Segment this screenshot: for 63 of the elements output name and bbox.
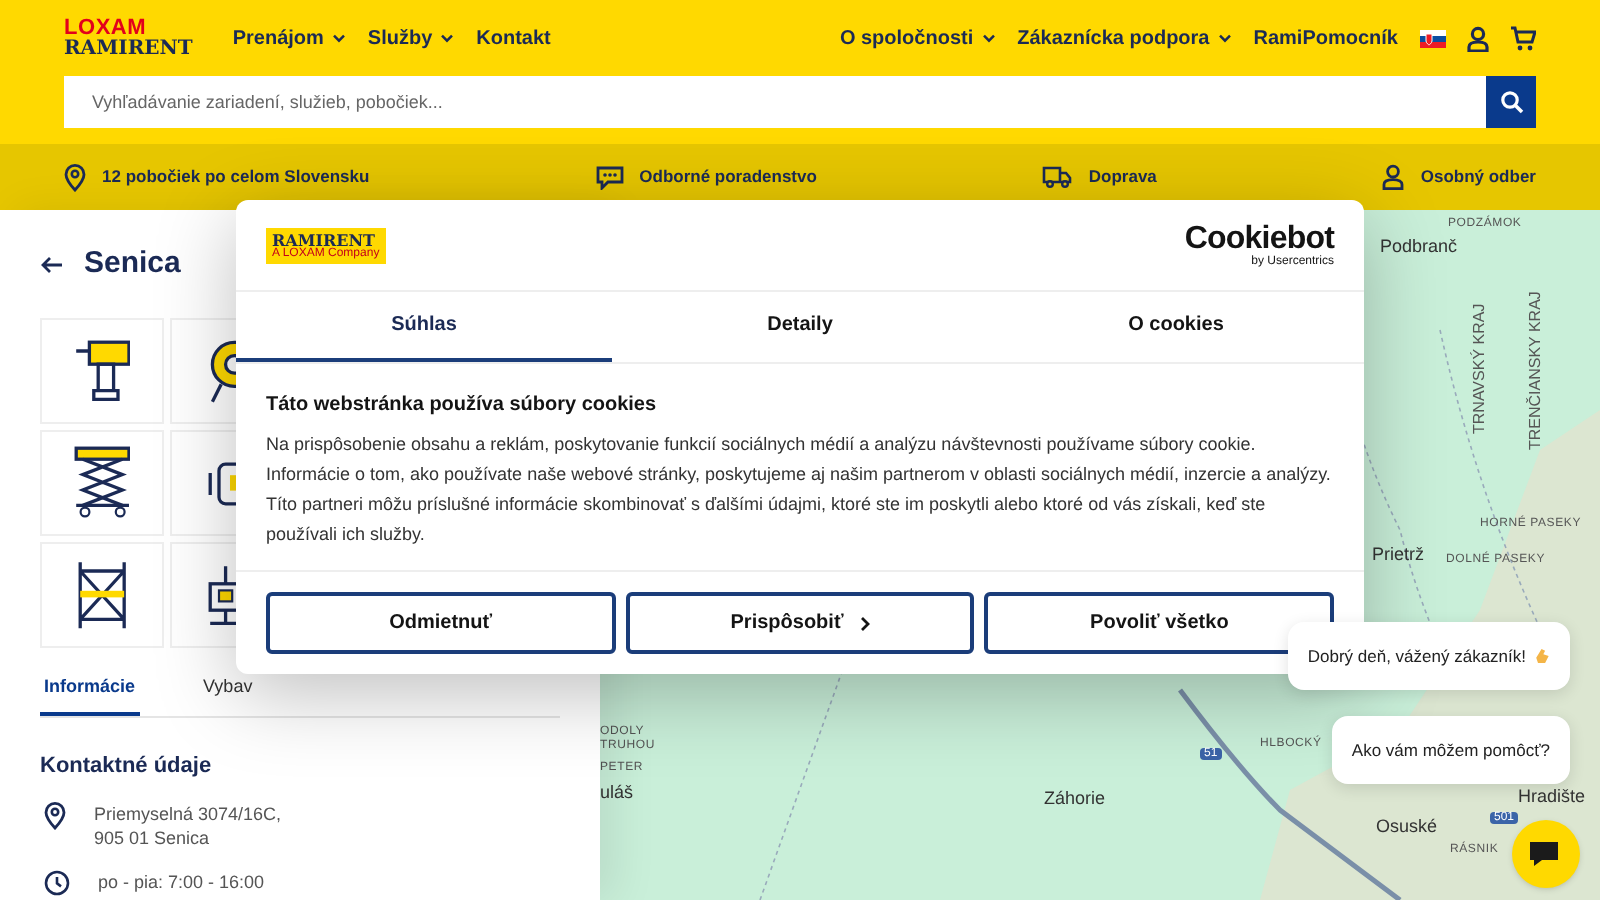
chevron-down-icon xyxy=(981,33,996,43)
contact-text: po - pia: 7:00 - 16:00 xyxy=(98,870,265,894)
person-icon xyxy=(1382,164,1405,190)
map-label: Osuské xyxy=(1376,818,1438,836)
dialog-button[interactable]: Odmietnuť xyxy=(266,592,616,654)
info-text: Odborné poradenstvo xyxy=(639,164,817,190)
dialog-tab[interactable]: Súhlas xyxy=(236,292,612,362)
tab[interactable]: Vybav xyxy=(199,674,257,715)
section-heading: Kontaktné údaje xyxy=(40,751,214,781)
brand-text: Cookiebot xyxy=(1184,223,1334,255)
chat-icon xyxy=(1528,839,1564,869)
info-text: Osobný odber xyxy=(1420,164,1536,190)
cart-icon[interactable] xyxy=(1510,25,1536,51)
pump-icon xyxy=(208,461,237,505)
drill-icon xyxy=(73,340,131,402)
scaffold-icon xyxy=(77,559,127,631)
info-text: 12 pobočiek po celom Slovensku xyxy=(102,164,370,190)
map-label: TRNAVSKÝ KRAJ xyxy=(1472,303,1488,434)
map-label: Podbranč xyxy=(1380,238,1458,256)
search-icon xyxy=(1499,90,1523,114)
dialog-button[interactable]: Prispôsobiť xyxy=(625,592,975,654)
category-tile[interactable] xyxy=(40,318,164,424)
nav-link[interactable]: O spoločnosti xyxy=(839,23,996,53)
map-label: Záhorie xyxy=(1044,790,1106,808)
chevron-down-icon xyxy=(440,33,455,43)
branch-title: Senica xyxy=(84,243,181,284)
dialog-tab[interactable]: Detaily xyxy=(612,292,988,362)
map-label: TRENČIANSKY KRAJ xyxy=(1528,291,1544,450)
chat-bubble-icon xyxy=(595,165,624,189)
dialog-heading: Táto webstránka používa súbory cookies xyxy=(266,392,659,420)
slovak-flag-icon xyxy=(1420,29,1446,47)
map-label: uláš xyxy=(600,784,634,802)
back-arrow-icon[interactable] xyxy=(40,255,64,273)
category-tile[interactable] xyxy=(40,430,164,536)
nav-link[interactable]: Zákaznícka podpora xyxy=(1017,23,1232,53)
chevron-down-icon xyxy=(331,33,346,43)
contact-text: Priemyselná 3074/16C, 905 01 Senica xyxy=(94,802,282,850)
lift-icon xyxy=(73,446,131,520)
dialog-text: Na prispôsobenie obsahu a reklám, poskytovanie funkcií sociálnych médií a analýzu návštevnosti používame súbory cookie. Informácie o tom, ako používate naše webové stránky, poskytujeme aj našim partnerom v oblasti sociálnych médií, inzercie a analýzy. Títo partneri môžu príslušné informácie skombinovať s ďalšími údajmi, ktoré ste im poskytli alebo ktoré od vás získali, keď ste používali ich služby. xyxy=(266,432,1333,548)
nav-link[interactable]: Prenájom xyxy=(232,23,346,53)
chevron-right-icon xyxy=(859,615,870,631)
nav-link[interactable]: Kontakt xyxy=(476,23,551,53)
truck-icon xyxy=(1042,166,1073,188)
logo-text: LOXAM xyxy=(64,17,149,39)
logo-text: RAMIRENT xyxy=(272,231,375,247)
nav-link[interactable]: RamiPomocník xyxy=(1253,23,1398,53)
search-field[interactable]: Vyhľadávanie zariadení, služieb, pobočiek... xyxy=(64,76,1486,128)
info-text: Doprava xyxy=(1088,164,1157,190)
tab[interactable]: Informácie xyxy=(40,674,140,715)
clock-icon xyxy=(44,870,70,896)
map-label: Prietrž xyxy=(1372,546,1425,564)
dialog-tab[interactable]: O cookies xyxy=(988,292,1364,362)
location-pin-icon xyxy=(44,802,66,830)
chevron-down-icon xyxy=(1217,33,1232,43)
chat-message: Ako vám môžem pomôcť? xyxy=(1351,737,1550,763)
compactor-icon xyxy=(208,564,237,626)
map-label: Hradište xyxy=(1518,788,1586,806)
category-tile[interactable] xyxy=(40,542,164,648)
search-button[interactable] xyxy=(1486,76,1536,128)
user-icon[interactable] xyxy=(1466,25,1490,51)
logo-text: RAMIRENT xyxy=(64,39,193,59)
location-pin-icon xyxy=(64,163,86,191)
nav-link[interactable]: Služby xyxy=(367,23,455,53)
